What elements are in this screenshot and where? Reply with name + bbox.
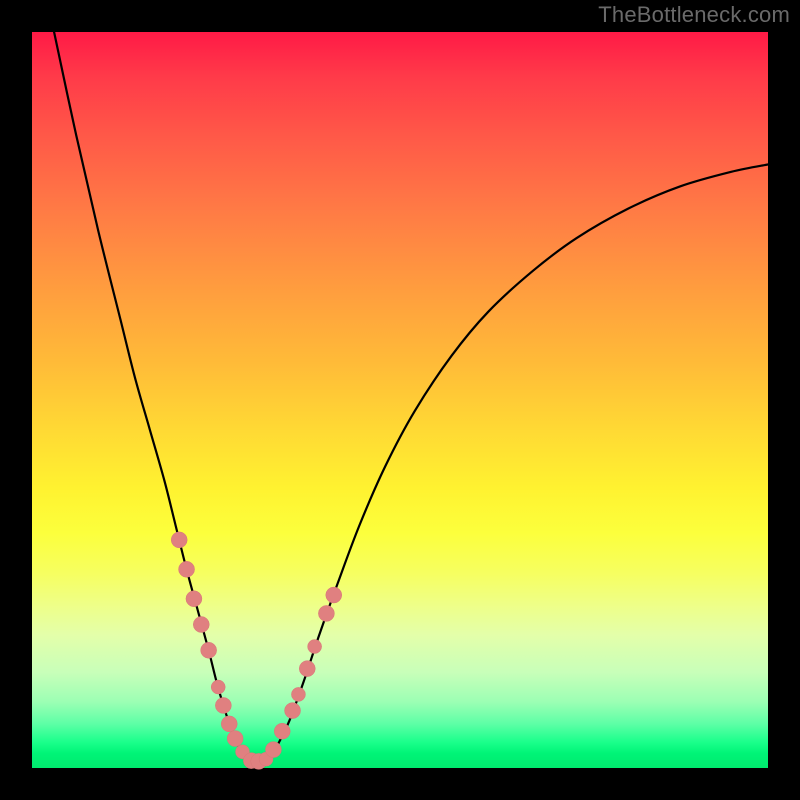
highlight-dot	[215, 697, 231, 713]
watermark-text: TheBottleneck.com	[598, 2, 790, 28]
highlight-dots-group	[171, 532, 342, 770]
plot-area	[32, 32, 768, 768]
highlight-dot	[318, 605, 334, 621]
highlight-dot	[326, 587, 342, 603]
highlight-dot	[193, 616, 209, 632]
highlight-dot	[291, 687, 305, 701]
highlight-dot	[299, 661, 315, 677]
highlight-dot	[265, 742, 281, 758]
highlight-dot	[201, 642, 217, 658]
highlight-dot	[211, 680, 225, 694]
highlight-dot	[285, 703, 301, 719]
bottleneck-curve	[54, 32, 768, 762]
highlight-dot	[171, 532, 187, 548]
highlight-dot	[227, 731, 243, 747]
highlight-dot	[186, 591, 202, 607]
chart-frame: TheBottleneck.com	[0, 0, 800, 800]
curve-svg	[32, 32, 768, 768]
highlight-dot	[221, 716, 237, 732]
highlight-dot	[308, 640, 322, 654]
highlight-dot	[274, 723, 290, 739]
highlight-dot	[179, 561, 195, 577]
